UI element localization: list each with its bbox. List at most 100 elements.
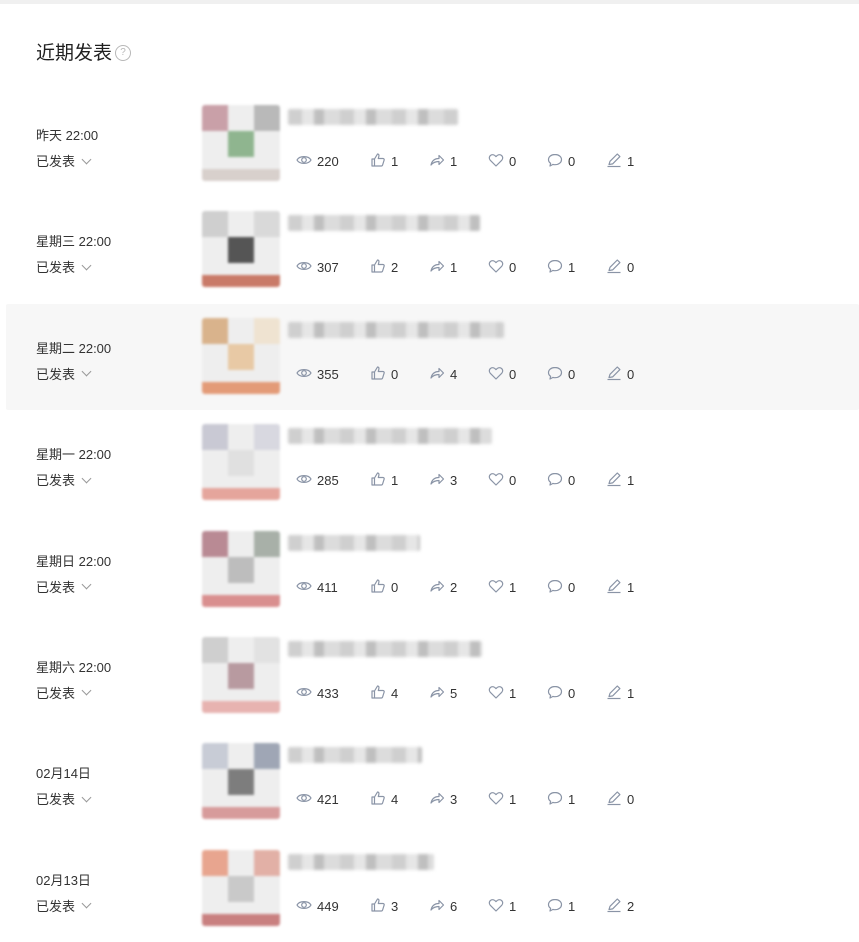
eye-icon [296,365,317,384]
thumbs-up-icon [370,471,391,490]
status-dropdown[interactable]: 已发表 [36,683,111,702]
post-thumbnail[interactable] [202,211,280,288]
post-row[interactable]: 02月13日 已发表 449 3 6 1 1 2 [6,836,859,942]
post-title-redacted[interactable] [288,215,480,232]
share-arrow-icon [429,790,450,809]
likes-count: 1 [391,154,399,169]
post-title-redacted[interactable] [288,853,434,870]
post-thumbnail[interactable] [202,636,280,713]
comment-bubble-icon [547,897,568,916]
chevron-down-icon [81,579,92,590]
favorites-count: 0 [509,260,517,276]
post-title-redacted[interactable] [288,640,482,657]
comments-count: 0 [568,685,576,701]
status-dropdown[interactable]: 已发表 [36,789,92,808]
post-row[interactable]: 02月14日 已发表 421 4 3 1 1 0 [6,729,859,835]
comments-stat: 0 [547,471,606,490]
comment-bubble-icon [547,152,568,171]
chevron-down-icon [81,686,92,696]
views-stat: 307 [296,258,370,277]
post-row[interactable]: 星期六 22:00 已发表 433 4 5 1 0 1 [6,623,859,729]
notes-count: 0 [627,260,635,276]
post-time: 02月13日 [36,872,91,888]
post-thumbnail[interactable] [202,743,280,820]
share-arrow-icon [429,258,450,277]
favorites-stat: 1 [488,790,547,809]
status-dropdown[interactable]: 已发表 [36,470,111,489]
post-thumbnail[interactable] [202,105,280,181]
shares-count: 6 [450,898,458,914]
thumbs-up-icon [370,897,391,916]
post-time: 02月14日 [36,766,91,782]
share-arrow-icon [429,684,450,703]
views-count: 355 [317,366,339,382]
post-row[interactable]: 星期一 22:00 已发表 285 1 3 0 0 1 [6,410,859,516]
question-circle-icon[interactable]: ? [115,44,132,61]
top-divider [0,0,859,4]
views-count: 433 [317,685,339,701]
post-stats: 411 0 2 1 0 1 [296,578,656,597]
post-thumbnail[interactable] [202,530,280,607]
eye-icon [296,897,317,916]
share-arrow-icon [429,152,450,171]
favorites-stat: 1 [488,897,547,916]
thumbs-up-icon [370,684,391,703]
post-title-redacted[interactable] [288,321,504,338]
comment-bubble-icon [547,790,568,809]
status-dropdown[interactable]: 已发表 [36,257,111,276]
favorites-count: 0 [509,473,517,489]
status-dropdown[interactable]: 已发表 [36,364,111,383]
comment-bubble-icon [547,684,568,703]
notes-count: 1 [627,579,635,595]
shares-stat: 3 [429,790,488,809]
favorites-stat: 0 [488,152,547,171]
post-date-block: 02月13日 已发表 [36,870,92,915]
post-title-redacted[interactable] [288,109,458,125]
views-stat: 411 [296,578,370,597]
share-arrow-icon [429,471,450,490]
eye-icon [296,471,317,490]
thumbs-up-icon [370,365,391,384]
post-thumbnail[interactable] [202,849,280,926]
status-label: 已发表 [36,792,76,808]
status-dropdown[interactable]: 已发表 [36,151,98,170]
post-title-redacted[interactable] [288,747,422,764]
notes-count: 1 [627,685,635,701]
comments-stat: 1 [547,790,606,809]
chevron-down-icon [81,154,92,164]
pen-icon [606,897,627,916]
pen-icon [606,258,627,277]
status-dropdown[interactable]: 已发表 [36,577,111,596]
comments-stat: 0 [547,365,606,384]
views-stat: 285 [296,471,370,490]
views-stat: 355 [296,365,370,384]
post-row[interactable]: 星期三 22:00 已发表 307 2 1 0 1 0 [6,197,859,303]
likes-count: 4 [391,792,399,808]
thumbs-up-icon [370,790,391,809]
shares-stat: 4 [429,365,488,384]
status-dropdown[interactable]: 已发表 [36,896,92,915]
post-row[interactable]: 昨天 22:00 已发表 220 1 1 0 0 1 [6,91,859,197]
heart-icon [488,578,509,597]
likes-stat: 1 [370,152,429,171]
post-title-redacted[interactable] [288,534,420,551]
views-count: 307 [317,260,339,276]
post-row[interactable]: 星期日 22:00 已发表 411 0 2 1 0 1 [6,517,859,623]
comments-count: 1 [568,260,576,276]
post-thumbnail[interactable] [202,317,280,394]
comments-count: 0 [568,154,576,169]
favorites-count: 1 [509,685,517,701]
post-row[interactable]: 星期二 22:00 已发表 355 0 4 0 0 0 [6,303,859,411]
post-thumbnail[interactable] [202,424,280,501]
post-title-redacted[interactable] [288,428,492,445]
pen-icon [606,790,627,809]
notes-count: 1 [627,154,635,169]
post-time: 星期二 22:00 [36,340,112,356]
notes-stat: 0 [606,365,656,384]
heart-icon [488,790,509,809]
comments-count: 1 [568,898,576,914]
views-stat: 449 [296,897,370,916]
post-stats: 220 1 1 0 0 1 [296,152,656,171]
comment-bubble-icon [547,365,568,384]
shares-stat: 6 [429,897,488,916]
